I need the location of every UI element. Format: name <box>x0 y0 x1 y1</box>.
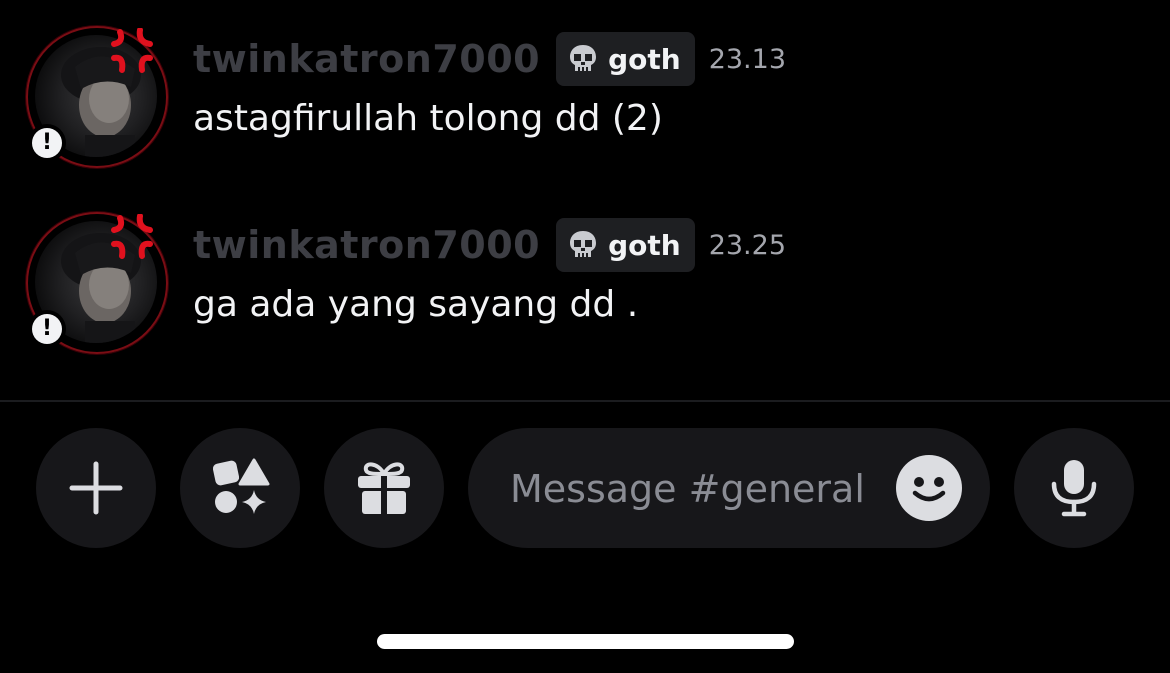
skull-icon <box>570 231 597 257</box>
exclamation-icon: ! <box>32 314 62 344</box>
avatar[interactable]: ! <box>26 212 168 354</box>
microphone-icon <box>1051 460 1097 517</box>
message-content: astagfirullah tolong dd (2) <box>193 98 663 139</box>
guild-tag[interactable]: goth <box>556 218 695 272</box>
anger-symbol-icon <box>111 28 153 73</box>
smiley-icon <box>912 477 946 502</box>
apps-button[interactable] <box>180 428 300 548</box>
username[interactable]: twinkatron7000 <box>193 37 540 81</box>
message: ! twinkatron7000 goth 23.13 astagfirulla… <box>0 22 1170 182</box>
message-input[interactable] <box>508 458 872 520</box>
voice-message-button[interactable] <box>1014 428 1134 548</box>
message: ! twinkatron7000 goth 23.25 ga ada yang … <box>0 208 1170 368</box>
skull-icon <box>570 45 597 71</box>
avatar[interactable]: ! <box>26 26 168 168</box>
plus-icon <box>69 461 123 515</box>
exclamation-icon: ! <box>32 128 62 158</box>
apps-icon <box>212 458 270 514</box>
message-content: ga ada yang sayang dd . <box>193 284 639 325</box>
timestamp: 23.13 <box>708 43 786 75</box>
attach-button[interactable] <box>36 428 156 548</box>
message-header: twinkatron7000 goth 23.13 <box>193 32 786 86</box>
guild-tag[interactable]: goth <box>556 32 695 86</box>
gift-icon <box>358 462 410 514</box>
home-indicator[interactable] <box>377 634 794 649</box>
composer-divider <box>0 400 1170 402</box>
message-header: twinkatron7000 goth 23.25 <box>193 218 786 272</box>
timestamp: 23.25 <box>708 229 786 261</box>
gift-button[interactable] <box>324 428 444 548</box>
username[interactable]: twinkatron7000 <box>193 223 540 267</box>
guild-tag-label: goth <box>608 42 681 76</box>
message-composer[interactable] <box>468 428 990 548</box>
status-alert-badge: ! <box>28 124 66 162</box>
status-alert-badge: ! <box>28 310 66 348</box>
emoji-button[interactable] <box>896 455 962 521</box>
anger-symbol-icon <box>111 214 153 259</box>
guild-tag-label: goth <box>608 228 681 262</box>
